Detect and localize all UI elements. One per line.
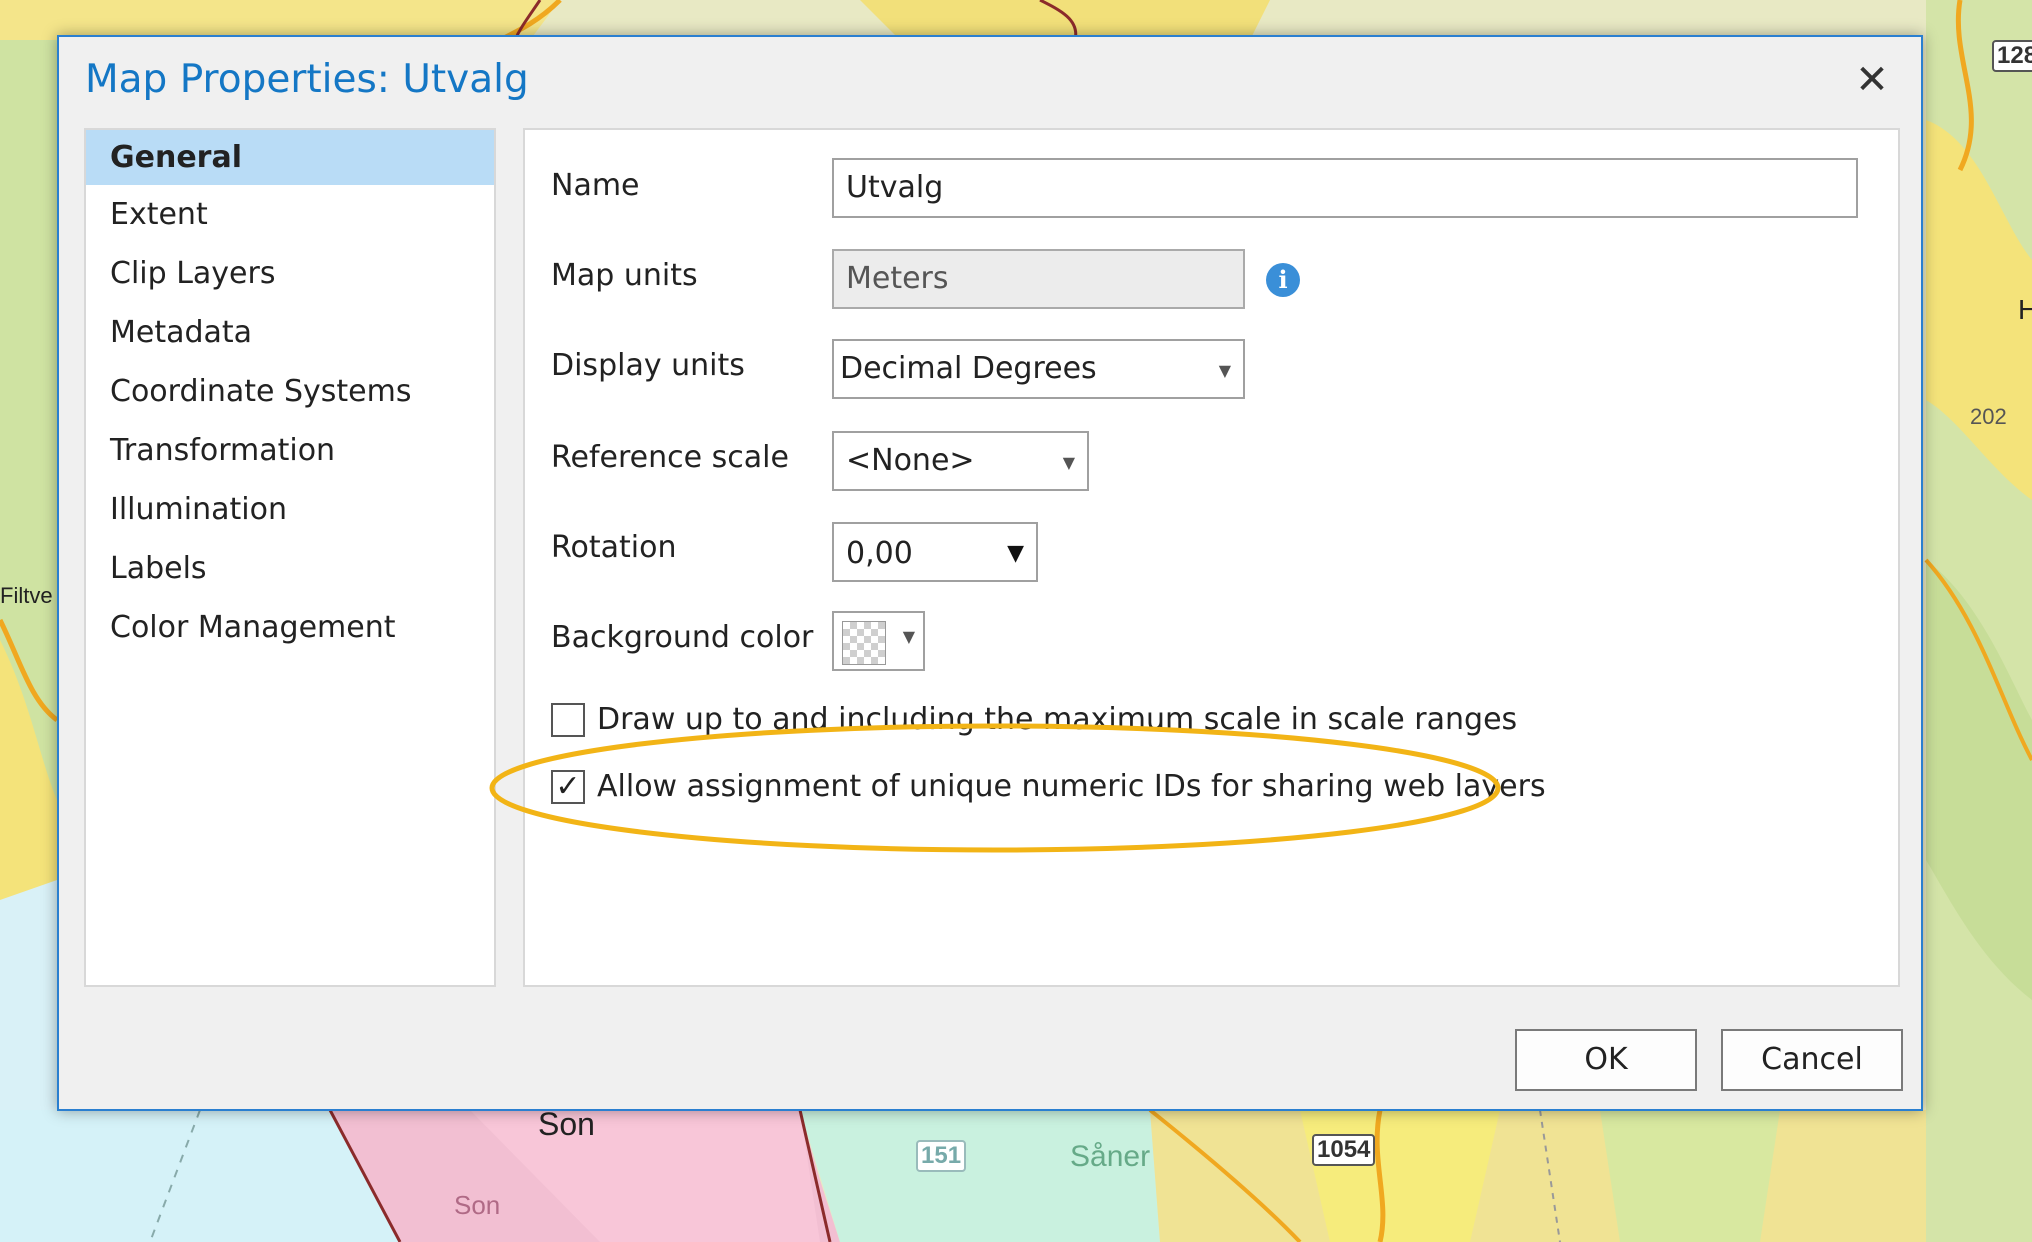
background-color-picker[interactable]: ▼ — [832, 611, 925, 671]
nav-item-coordinate-systems[interactable]: Coordinate Systems — [86, 362, 494, 421]
display-units-value: Decimal Degrees — [840, 351, 1097, 386]
map-label-son-small: Son — [454, 1190, 501, 1220]
nav-item-color-management[interactable]: Color Management — [86, 598, 494, 657]
close-icon: ✕ — [1855, 57, 1889, 103]
map-label-filtve: Filtve — [0, 583, 53, 608]
chevron-down-icon: ▼ — [902, 627, 915, 646]
nav-item-general[interactable]: General — [86, 130, 494, 185]
map-road-shield-151: 151 — [916, 1140, 967, 1172]
nav-item-extent[interactable]: Extent — [86, 185, 494, 244]
chevron-down-icon: ▼ — [1218, 361, 1231, 380]
reference-scale-dropdown[interactable]: <None> ▼ — [832, 431, 1089, 491]
rotation-combobox[interactable]: 0,00 ▼ — [832, 522, 1038, 582]
map-road-shield-128: 128 — [1992, 40, 2032, 72]
name-input[interactable]: Utvalg — [832, 158, 1858, 218]
nav-item-illumination[interactable]: Illumination — [86, 480, 494, 539]
map-properties-dialog: Map Properties: Utvalg ✕ General Extent … — [57, 35, 1923, 1111]
properties-nav: General Extent Clip Layers Metadata Coor… — [84, 128, 496, 987]
info-icon[interactable]: i — [1266, 263, 1300, 297]
transparent-swatch — [842, 621, 886, 665]
map-units-label: Map units — [551, 258, 698, 293]
name-input-value: Utvalg — [846, 170, 944, 205]
reference-scale-label: Reference scale — [551, 440, 789, 475]
draw-max-scale-checkbox[interactable] — [551, 703, 585, 737]
nav-item-transformation[interactable]: Transformation — [86, 421, 494, 480]
map-label-202: 202 — [1970, 404, 2007, 429]
map-label-saner: Såner — [1070, 1140, 1151, 1173]
rotation-value: 0,00 — [846, 536, 913, 571]
reference-scale-value: <None> — [846, 443, 975, 478]
display-units-dropdown[interactable]: Decimal Degrees ▼ — [832, 339, 1245, 399]
background-color-label: Background color — [551, 620, 814, 655]
ok-button[interactable]: OK — [1515, 1029, 1697, 1091]
map-label-h: H — [2018, 294, 2032, 325]
draw-max-scale-label: Draw up to and including the maximum sca… — [597, 702, 1518, 737]
nav-item-clip-layers[interactable]: Clip Layers — [86, 244, 494, 303]
map-road-shield-1054: 1054 — [1312, 1134, 1376, 1166]
nav-item-labels[interactable]: Labels — [86, 539, 494, 598]
display-units-label: Display units — [551, 348, 745, 383]
cancel-button[interactable]: Cancel — [1721, 1029, 1903, 1091]
nav-item-metadata[interactable]: Metadata — [86, 303, 494, 362]
map-label-son: Son — [538, 1106, 595, 1142]
unique-ids-checkbox[interactable]: ✓ — [551, 770, 585, 804]
map-units-field: Meters — [832, 249, 1245, 309]
unique-ids-label: Allow assignment of unique numeric IDs f… — [597, 769, 1546, 804]
chevron-down-icon: ▼ — [1007, 541, 1024, 566]
name-label: Name — [551, 168, 640, 203]
dialog-title: Map Properties: Utvalg — [85, 57, 529, 102]
chevron-down-icon: ▼ — [1062, 453, 1075, 472]
close-button[interactable]: ✕ — [1847, 55, 1897, 105]
general-panel: Name Utvalg Map units Meters i Display u… — [523, 128, 1900, 987]
rotation-label: Rotation — [551, 530, 677, 565]
map-units-value: Meters — [846, 261, 949, 296]
